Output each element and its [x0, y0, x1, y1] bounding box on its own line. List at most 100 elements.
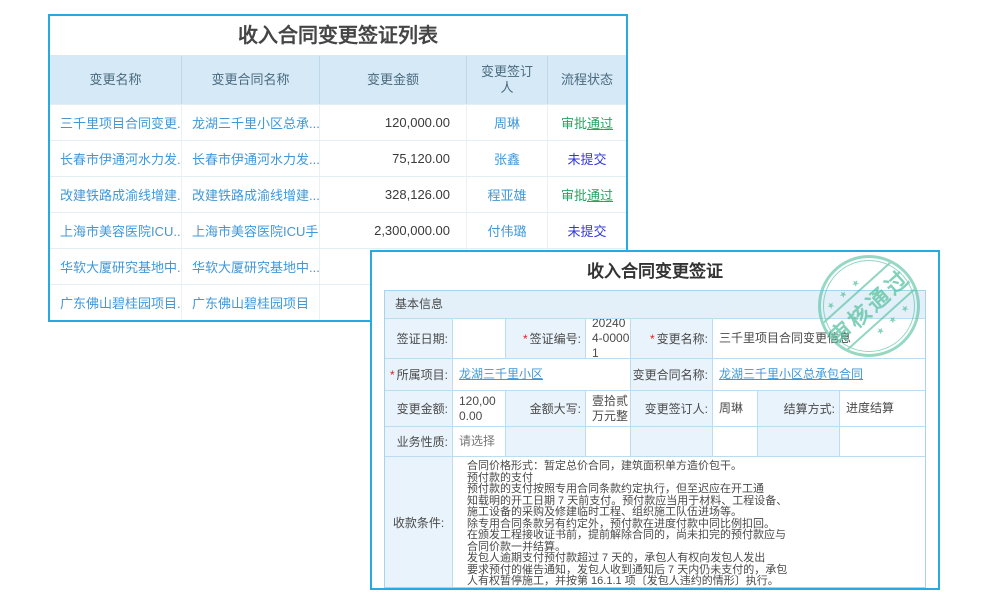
- required-asterisk: *: [650, 332, 655, 346]
- amount-cell: 75,120.00: [319, 141, 466, 176]
- col-header-signer: 变更签订人: [466, 56, 547, 104]
- contract-name-link[interactable]: 广东佛山碧桂园项目: [181, 285, 319, 320]
- field-value: 壹拾贰万元整: [592, 394, 630, 424]
- status-text: 审批: [561, 113, 587, 132]
- label-text: 变更合同名称:: [633, 366, 708, 383]
- conditions-field: 合同价格形式：暂定总价合同，建筑面积单方造价包干。 预付款的支付 预付款的支付按…: [452, 456, 925, 587]
- label-text: 收款条件:: [393, 514, 444, 531]
- table-row: 三千里项目合同变更... 龙湖三千里小区总承... 120,000.00 周琳 …: [50, 104, 626, 140]
- contract-name-link[interactable]: 改建铁路成渝线增建...: [181, 177, 319, 212]
- empty-cell: [712, 426, 757, 456]
- amount-cell: 120,000.00: [319, 105, 466, 140]
- status-badge: 未提交: [547, 141, 626, 176]
- status-text-underlined: 通过: [587, 185, 613, 204]
- empty-cell: [757, 426, 839, 456]
- field-value: 三千里项目合同变更信息: [719, 331, 851, 346]
- amount-field: 120,000.00: [452, 390, 505, 426]
- conditions-line: 人有权暂停施工，并按第 16.1.1 项〔发包人违约的情形〕执行。: [467, 576, 925, 587]
- empty-cell: [505, 426, 585, 456]
- field-value: 120,000.00: [459, 394, 505, 424]
- label-text: 变更金额:: [397, 400, 448, 417]
- empty-cell: [839, 426, 925, 456]
- contract-link[interactable]: 龙湖三千里小区总承包合同: [719, 367, 863, 382]
- table-row: 改建铁路成渝线增建... 改建铁路成渝线增建... 328,126.00 程亚雄…: [50, 176, 626, 212]
- field-value: 进度结算: [846, 401, 894, 416]
- change-visa-detail-panel: 收入合同变更签证 ★ ★ ★ 审核通过 ★ ★ ★ 基本信息 签证日期: *签证…: [370, 250, 940, 590]
- label-text: 业务性质:: [397, 433, 448, 450]
- business-nature-select[interactable]: 请选择: [452, 426, 505, 456]
- label-text: 签证编号:: [530, 330, 581, 347]
- signer-field: 周琳: [712, 390, 757, 426]
- status-badge: 审批通过: [547, 105, 626, 140]
- project-field: 龙湖三千里小区: [452, 358, 630, 390]
- table-row: 上海市美容医院ICU... 上海市美容医院ICU手... 2,300,000.0…: [50, 212, 626, 248]
- empty-cell: [585, 426, 630, 456]
- field-value: 202404-00001: [592, 318, 630, 358]
- status-text: 未提交: [567, 149, 606, 168]
- contract-name-link[interactable]: 华软大厦研究基地中...: [181, 249, 319, 284]
- label-text: 所属项目:: [397, 366, 448, 383]
- col-header-status: 流程状态: [547, 56, 626, 104]
- amount-cell: 328,126.00: [319, 177, 466, 212]
- visa-date-label: 签证日期:: [385, 318, 452, 358]
- settlement-field: 进度结算: [839, 390, 925, 426]
- change-name-label: *变更名称:: [630, 318, 712, 358]
- contract-name-link[interactable]: 上海市美容医院ICU手...: [181, 213, 319, 248]
- conditions-label: 收款条件:: [385, 456, 452, 587]
- project-link[interactable]: 龙湖三千里小区: [459, 367, 543, 382]
- list-table-header: 变更名称 变更合同名称 变更金额 变更签订人 流程状态: [50, 56, 626, 104]
- table-row: 长春市伊通河水力发... 长春市伊通河水力发... 75,120.00 张鑫 未…: [50, 140, 626, 176]
- amount-words-field: 壹拾贰万元整: [585, 390, 630, 426]
- basic-info-form: 基本信息 签证日期: *签证编号: 202404-00001 *变更名称: 三千…: [384, 290, 926, 588]
- conditions-line: 在颁发工程接收证书前，提前解除合同的，尚未扣完的预付款应与: [467, 530, 925, 542]
- conditions-line: 合同价格形式：暂定总价合同，建筑面积单方造价包干。: [467, 461, 925, 473]
- required-asterisk: *: [390, 368, 395, 382]
- amount-cell: 2,300,000.00: [319, 213, 466, 248]
- field-value: 周琳: [719, 401, 743, 416]
- change-name-link[interactable]: 广东佛山碧桂园项目...: [50, 285, 181, 320]
- change-name-link[interactable]: 三千里项目合同变更...: [50, 105, 181, 140]
- status-badge: 未提交: [547, 213, 626, 248]
- label-text: 金额大写:: [530, 400, 581, 417]
- signer-cell: 程亚雄: [466, 177, 547, 212]
- status-badge: 审批通过: [547, 177, 626, 212]
- detail-title: 收入合同变更签证: [372, 252, 938, 290]
- signer-cell: 付伟璐: [466, 213, 547, 248]
- contract-name-link[interactable]: 龙湖三千里小区总承...: [181, 105, 319, 140]
- signer-cell: 周琳: [466, 105, 547, 140]
- select-placeholder: 请选择: [459, 434, 495, 449]
- change-name-link[interactable]: 华软大厦研究基地中...: [50, 249, 181, 284]
- label-text: 变更签订人:: [645, 400, 708, 417]
- status-text-underlined: 通过: [587, 113, 613, 132]
- project-label: *所属项目:: [385, 358, 452, 390]
- conditions-line: 发包人逾期支付预付款超过 7 天的，承包人有权向发包人发出: [467, 553, 925, 565]
- label-text: 变更名称:: [657, 330, 708, 347]
- visa-date-field[interactable]: [452, 318, 505, 358]
- signer-label: 变更签订人:: [630, 390, 712, 426]
- contract-name-link[interactable]: 长春市伊通河水力发...: [181, 141, 319, 176]
- empty-cell: [630, 426, 712, 456]
- change-name-link[interactable]: 长春市伊通河水力发...: [50, 141, 181, 176]
- visa-no-label: *签证编号:: [505, 318, 585, 358]
- amount-label: 变更金额:: [385, 390, 452, 426]
- contract-name-field: 龙湖三千里小区总承包合同: [712, 358, 925, 390]
- business-nature-label: 业务性质:: [385, 426, 452, 456]
- section-header: 基本信息: [385, 291, 925, 318]
- label-text: 结算方式:: [784, 400, 835, 417]
- visa-no-field: 202404-00001: [585, 318, 630, 358]
- signer-cell: 张鑫: [466, 141, 547, 176]
- change-name-field[interactable]: 三千里项目合同变更信息: [712, 318, 925, 358]
- status-text: 未提交: [567, 221, 606, 240]
- conditions-line: 预付款的支付按照专用合同条款约定执行，但至迟应在开工通: [467, 484, 925, 496]
- amount-words-label: 金额大写:: [505, 390, 585, 426]
- required-asterisk: *: [523, 332, 528, 346]
- label-text: 签证日期:: [397, 330, 448, 347]
- col-header-contract-name: 变更合同名称: [181, 56, 319, 104]
- contract-name-label: 变更合同名称:: [630, 358, 712, 390]
- col-header-amount: 变更金额: [319, 56, 466, 104]
- conditions-line: 施工设备的采购及修建临时工程、组织施工队伍进场等。: [467, 507, 925, 519]
- settlement-label: 结算方式:: [757, 390, 839, 426]
- col-header-change-name: 变更名称: [50, 56, 181, 104]
- change-name-link[interactable]: 上海市美容医院ICU...: [50, 213, 181, 248]
- change-name-link[interactable]: 改建铁路成渝线增建...: [50, 177, 181, 212]
